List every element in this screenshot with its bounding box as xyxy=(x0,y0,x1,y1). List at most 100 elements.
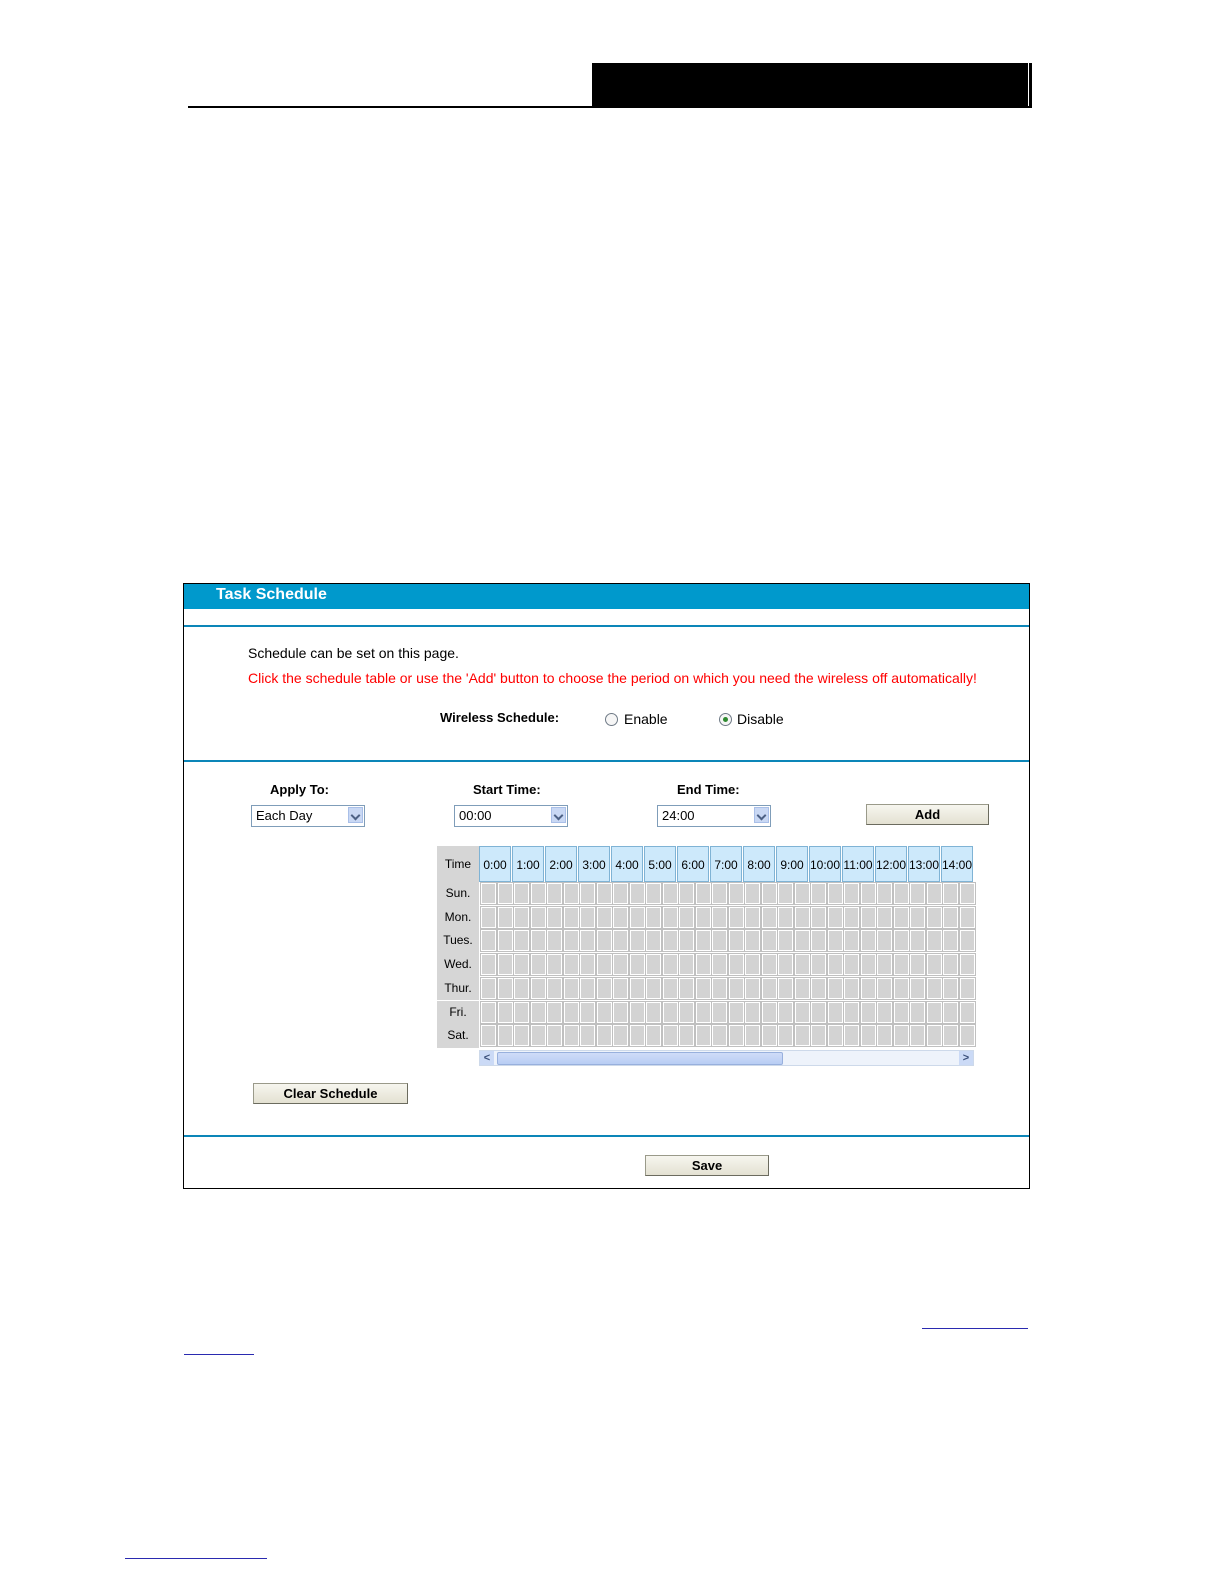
schedule-cell[interactable] xyxy=(645,1024,662,1048)
schedule-cell[interactable] xyxy=(876,953,893,977)
schedule-cell[interactable] xyxy=(760,953,778,977)
schedule-cell[interactable] xyxy=(892,976,910,1000)
schedule-cell[interactable] xyxy=(480,1024,497,1048)
schedule-cell[interactable] xyxy=(843,905,860,929)
schedule-cell[interactable] xyxy=(892,1024,910,1048)
schedule-cell[interactable] xyxy=(612,905,629,929)
schedule-cell[interactable] xyxy=(727,1024,745,1048)
schedule-cell[interactable] xyxy=(612,882,629,905)
schedule-cell[interactable] xyxy=(892,953,910,977)
schedule-cell[interactable] xyxy=(562,976,580,1000)
save-button[interactable]: Save xyxy=(645,1155,769,1176)
schedule-cell[interactable] xyxy=(859,976,877,1000)
schedule-cell[interactable] xyxy=(744,953,761,977)
schedule-cell[interactable] xyxy=(529,905,547,929)
schedule-cell[interactable] xyxy=(595,882,613,905)
schedule-cell[interactable] xyxy=(925,929,943,953)
schedule-cell[interactable] xyxy=(694,953,712,977)
schedule-cell[interactable] xyxy=(661,905,679,929)
schedule-cell[interactable] xyxy=(595,976,613,1000)
schedule-cell[interactable] xyxy=(678,953,695,977)
schedule-cell[interactable] xyxy=(513,1000,530,1024)
schedule-cell[interactable] xyxy=(843,1000,860,1024)
schedule-cell[interactable] xyxy=(859,1000,877,1024)
schedule-cell[interactable] xyxy=(711,1000,728,1024)
schedule-cell[interactable] xyxy=(612,929,629,953)
schedule-cell[interactable] xyxy=(876,882,893,905)
enable-radio[interactable] xyxy=(605,713,618,726)
schedule-cell[interactable] xyxy=(546,929,563,953)
schedule-cell[interactable] xyxy=(562,953,580,977)
schedule-cell[interactable] xyxy=(546,1000,563,1024)
schedule-cell[interactable] xyxy=(826,882,844,905)
schedule-cell[interactable] xyxy=(480,905,497,929)
schedule-cell[interactable] xyxy=(942,882,959,905)
schedule-cell[interactable] xyxy=(529,1000,547,1024)
schedule-cell[interactable] xyxy=(843,1024,860,1048)
schedule-cell[interactable] xyxy=(612,1000,629,1024)
schedule-cell[interactable] xyxy=(958,1024,976,1048)
schedule-cell[interactable] xyxy=(661,953,679,977)
schedule-cell[interactable] xyxy=(595,905,613,929)
schedule-cell[interactable] xyxy=(694,882,712,905)
schedule-cell[interactable] xyxy=(711,905,728,929)
link-underline[interactable] xyxy=(922,1328,1028,1329)
schedule-cell[interactable] xyxy=(661,976,679,1000)
schedule-cell[interactable] xyxy=(496,976,514,1000)
schedule-cell[interactable] xyxy=(777,976,794,1000)
schedule-cell[interactable] xyxy=(925,905,943,929)
schedule-cell[interactable] xyxy=(909,1000,926,1024)
schedule-cell[interactable] xyxy=(562,1000,580,1024)
schedule-cell[interactable] xyxy=(579,953,596,977)
schedule-cell[interactable] xyxy=(496,1024,514,1048)
schedule-cell[interactable] xyxy=(744,976,761,1000)
schedule-cell[interactable] xyxy=(909,905,926,929)
schedule-cell[interactable] xyxy=(744,1000,761,1024)
schedule-cell[interactable] xyxy=(744,929,761,953)
link-underline[interactable] xyxy=(184,1354,254,1355)
schedule-cell[interactable] xyxy=(909,953,926,977)
schedule-cell[interactable] xyxy=(612,1024,629,1048)
scroll-left-icon[interactable]: < xyxy=(480,1050,494,1065)
schedule-cell[interactable] xyxy=(810,976,827,1000)
schedule-cell[interactable] xyxy=(826,929,844,953)
schedule-cell[interactable] xyxy=(496,882,514,905)
schedule-cell[interactable] xyxy=(909,882,926,905)
schedule-cell[interactable] xyxy=(777,953,794,977)
schedule-cell[interactable] xyxy=(760,976,778,1000)
schedule-cell[interactable] xyxy=(958,882,976,905)
schedule-cell[interactable] xyxy=(925,1024,943,1048)
schedule-cell[interactable] xyxy=(958,976,976,1000)
schedule-cell[interactable] xyxy=(694,929,712,953)
schedule-cell[interactable] xyxy=(628,1024,646,1048)
schedule-cell[interactable] xyxy=(859,905,877,929)
schedule-cell[interactable] xyxy=(529,976,547,1000)
schedule-cell[interactable] xyxy=(909,976,926,1000)
scroll-right-icon[interactable]: > xyxy=(959,1050,973,1065)
schedule-cell[interactable] xyxy=(777,1024,794,1048)
schedule-cell[interactable] xyxy=(562,882,580,905)
schedule-cell[interactable] xyxy=(711,929,728,953)
schedule-cell[interactable] xyxy=(496,1000,514,1024)
schedule-cell[interactable] xyxy=(546,1024,563,1048)
schedule-cell[interactable] xyxy=(546,976,563,1000)
schedule-cell[interactable] xyxy=(546,905,563,929)
schedule-cell[interactable] xyxy=(727,1000,745,1024)
schedule-cell[interactable] xyxy=(579,1000,596,1024)
schedule-cell[interactable] xyxy=(942,1024,959,1048)
schedule-cell[interactable] xyxy=(777,929,794,953)
schedule-cell[interactable] xyxy=(579,1024,596,1048)
schedule-cell[interactable] xyxy=(958,1000,976,1024)
schedule-cell[interactable] xyxy=(843,976,860,1000)
schedule-cell[interactable] xyxy=(925,953,943,977)
schedule-cell[interactable] xyxy=(859,929,877,953)
schedule-cell[interactable] xyxy=(628,976,646,1000)
schedule-cell[interactable] xyxy=(562,905,580,929)
disable-radio[interactable] xyxy=(719,713,732,726)
schedule-cell[interactable] xyxy=(579,929,596,953)
schedule-cell[interactable] xyxy=(711,953,728,977)
link-underline[interactable] xyxy=(125,1558,267,1559)
schedule-cell[interactable] xyxy=(628,905,646,929)
clear-schedule-button[interactable]: Clear Schedule xyxy=(253,1083,408,1104)
schedule-cell[interactable] xyxy=(579,905,596,929)
